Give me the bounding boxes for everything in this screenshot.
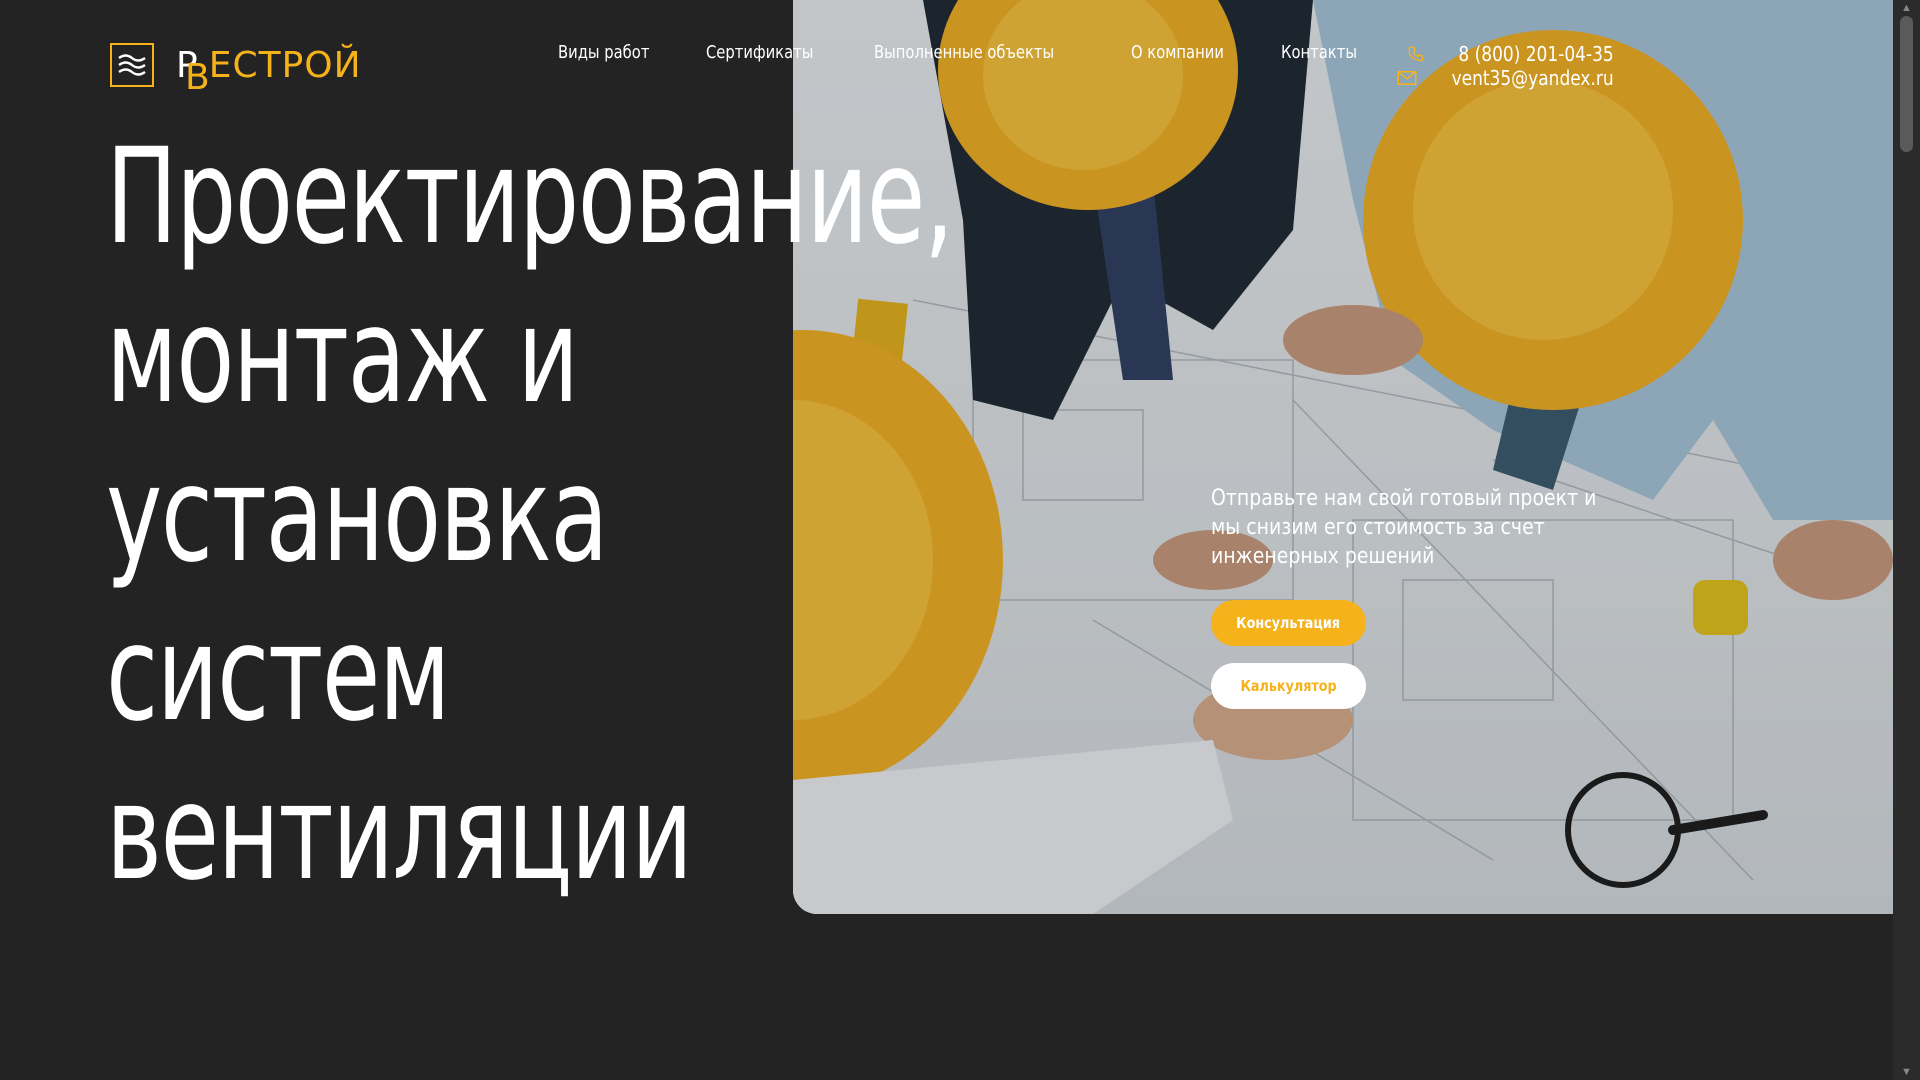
waves-icon xyxy=(110,43,154,87)
scroll-up-arrow-icon[interactable]: ▲ xyxy=(1893,0,1920,16)
nav-item-types-of-work[interactable]: Виды работ xyxy=(558,42,649,63)
calculator-button-label: Калькулятор xyxy=(1240,677,1337,695)
phone-link[interactable]: 8 (800) 201-04-35 xyxy=(1397,42,1614,66)
headline-line: Проектирование, xyxy=(106,120,954,274)
promo-line: Отправьте нам свой готовый проект и xyxy=(1211,486,1597,511)
header-contacts: 8 (800) 201-04-35 vent35@yandex.ru xyxy=(1397,42,1614,90)
logo-letter-b: В xyxy=(185,56,211,98)
logo-wordmark-rest: ЕСТРОЙ xyxy=(208,44,362,86)
main-nav: Виды работ Сертификаты Выполненные объек… xyxy=(558,42,1374,63)
headline-line: установка xyxy=(106,438,609,592)
brand-wordmark: Р В ЕСТРОЙ xyxy=(176,44,362,98)
headline-line: монтаж и xyxy=(106,279,579,433)
nav-item-completed-projects[interactable]: Выполненные объекты xyxy=(874,42,1054,63)
hero-headline: Проектирование, монтаж и установка систе… xyxy=(106,118,1282,913)
consultation-button-label: Консультация xyxy=(1236,614,1341,632)
nav-item-certificates[interactable]: Сертификаты xyxy=(706,42,813,63)
promo-line: мы снизим его стоимость за счет xyxy=(1211,515,1545,540)
envelope-icon xyxy=(1397,71,1417,85)
headline-line: систем xyxy=(106,597,451,751)
phone-number: 8 (800) 201-04-35 xyxy=(1458,42,1614,66)
email-address: vent35@yandex.ru xyxy=(1451,66,1614,90)
headline-line: вентиляции xyxy=(106,756,693,910)
page-scrollbar[interactable]: ▲ ▼ xyxy=(1893,0,1920,1080)
phone-icon xyxy=(1408,46,1424,62)
email-link[interactable]: vent35@yandex.ru xyxy=(1397,66,1614,90)
brand-logo[interactable]: Р В ЕСТРОЙ xyxy=(110,42,362,98)
consultation-button[interactable]: Консультация xyxy=(1211,600,1366,646)
scroll-down-arrow-icon[interactable]: ▼ xyxy=(1893,1064,1920,1080)
promo-line: инженерных решений xyxy=(1211,544,1435,569)
nav-item-about[interactable]: О компании xyxy=(1131,42,1224,63)
calculator-button[interactable]: Калькулятор xyxy=(1211,663,1366,709)
nav-item-contacts[interactable]: Контакты xyxy=(1281,42,1357,63)
scroll-thumb[interactable] xyxy=(1900,16,1913,152)
promo-text: Отправьте нам свой готовый проект и мы с… xyxy=(1211,484,1641,571)
